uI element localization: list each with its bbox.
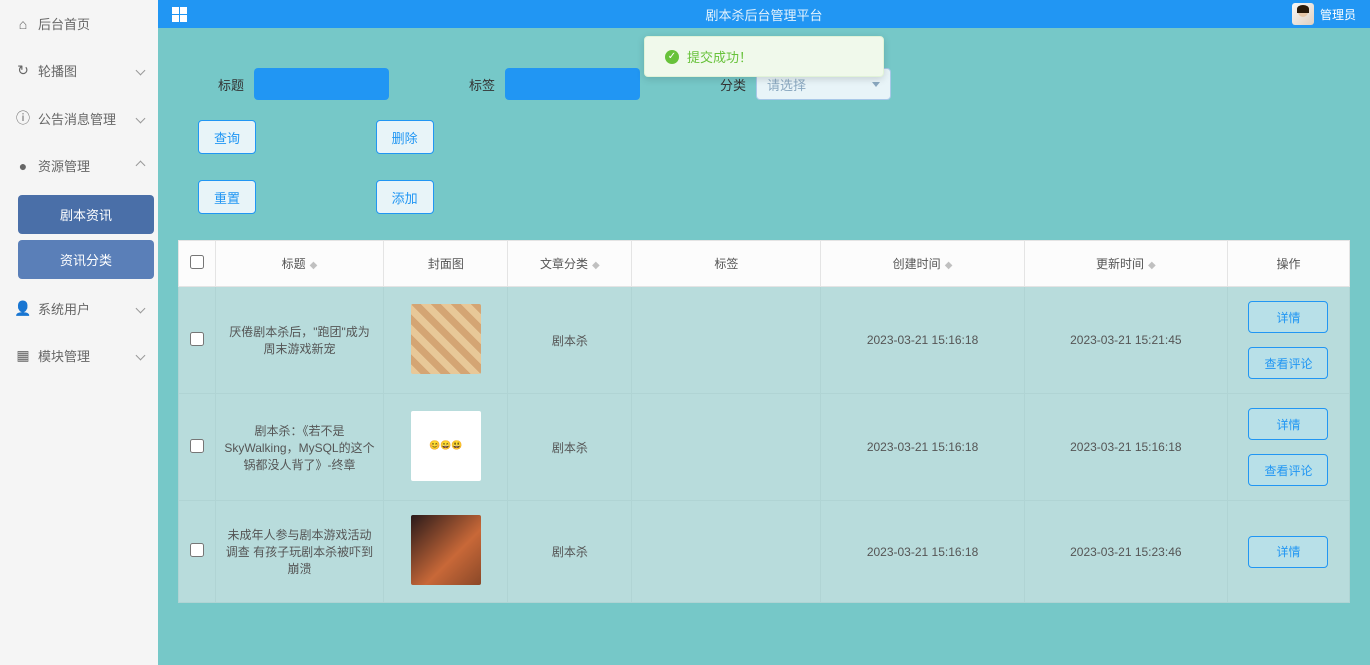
filter-tag-group: 标签 [469, 68, 640, 100]
sidebar-item-users[interactable]: 👤 系统用户 [0, 285, 158, 332]
th-tag: 标签 [632, 241, 821, 287]
sidebar-item-carousel[interactable]: ↻ 轮播图 [0, 47, 158, 94]
main-area: 剧本杀后台管理平台 管理员 ✓ 提交成功！ 标题 标签 [158, 0, 1370, 665]
bulb-icon: ● [16, 158, 30, 174]
cell-create-time: 2023-03-21 15:16:18 [821, 287, 1024, 394]
cell-update-time: 2023-03-21 15:21:45 [1024, 287, 1227, 394]
home-icon: ⌂ [16, 16, 30, 32]
header-title: 剧本杀后台管理平台 [705, 5, 822, 24]
reset-button[interactable]: 重置 [198, 180, 256, 214]
cell-title: 未成年人参与剧本游戏活动调查 有孩子玩剧本杀被吓到崩溃 [215, 501, 384, 603]
success-toast: ✓ 提交成功！ [644, 36, 884, 77]
table-row: 厌倦剧本杀后，"跑团"成为周末游戏新宠 剧本杀 2023-03-21 15:16… [179, 287, 1350, 394]
th-category[interactable]: 文章分类 [508, 241, 632, 287]
th-update-time[interactable]: 更新时间 [1024, 241, 1227, 287]
sidebar-item-label: 模块管理 [38, 346, 90, 365]
cover-thumbnail [411, 515, 481, 585]
table-row: 未成年人参与剧本游戏活动调查 有孩子玩剧本杀被吓到崩溃 剧本杀 2023-03-… [179, 501, 1350, 603]
cell-title: 厌倦剧本杀后，"跑团"成为周末游戏新宠 [215, 287, 384, 394]
sidebar-submenu: 剧本资讯 资讯分类 [0, 189, 158, 285]
user-icon: 👤 [16, 300, 30, 317]
select-all-checkbox[interactable] [190, 255, 204, 269]
filter-tag-label: 标签 [469, 75, 495, 94]
cell-tag [632, 501, 821, 603]
toast-text: 提交成功！ [687, 47, 752, 66]
carousel-icon: ↻ [16, 62, 30, 79]
table-body: 厌倦剧本杀后，"跑团"成为周末游戏新宠 剧本杀 2023-03-21 15:16… [179, 287, 1350, 603]
filter-title-group: 标题 [218, 68, 389, 100]
top-header: 剧本杀后台管理平台 管理员 [158, 0, 1370, 28]
add-button[interactable]: 添加 [376, 180, 434, 214]
row-checkbox[interactable] [190, 439, 204, 453]
cell-create-time: 2023-03-21 15:16:18 [821, 501, 1024, 603]
sidebar-item-label: 后台首页 [38, 14, 90, 33]
content: ✓ 提交成功！ 标题 标签 分类 请选择 [158, 28, 1370, 665]
th-cover: 封面图 [384, 241, 508, 287]
info-icon: ⓘ [16, 108, 30, 128]
table-row: 剧本杀：《若不是SkyWalking，MySQL的这个锅都没人背了》-终章 剧本… [179, 394, 1350, 501]
cover-thumbnail [411, 411, 481, 481]
check-icon: ✓ [665, 50, 679, 64]
cell-category: 剧本杀 [508, 287, 632, 394]
th-title[interactable]: 标题 [215, 241, 384, 287]
cover-thumbnail [411, 304, 481, 374]
sidebar-item-label: 系统用户 [38, 299, 90, 318]
cell-tag [632, 394, 821, 501]
module-icon: ▦ [16, 347, 30, 364]
cell-title: 剧本杀：《若不是SkyWalking，MySQL的这个锅都没人背了》-终章 [215, 394, 384, 501]
filter-title-label: 标题 [218, 75, 244, 94]
avatar [1292, 3, 1314, 25]
th-create-time[interactable]: 创建时间 [821, 241, 1024, 287]
row-checkbox[interactable] [190, 332, 204, 346]
cell-create-time: 2023-03-21 15:16:18 [821, 394, 1024, 501]
action-buttons: 查询 删除 重置 添加 [178, 120, 1350, 214]
detail-button[interactable]: 详情 [1248, 301, 1328, 333]
header-user[interactable]: 管理员 [1292, 3, 1356, 25]
sidebar-item-label: 资源管理 [38, 156, 90, 175]
data-table-wrap: 标题 封面图 文章分类 标签 创建时间 更新时间 操作 厌倦剧本杀后，"跑团" [178, 240, 1350, 603]
select-placeholder: 请选择 [767, 75, 806, 94]
cell-tag [632, 287, 821, 394]
data-table: 标题 封面图 文章分类 标签 创建时间 更新时间 操作 厌倦剧本杀后，"跑团" [178, 240, 1350, 603]
row-checkbox[interactable] [190, 543, 204, 557]
sidebar-item-notice[interactable]: ⓘ 公告消息管理 [0, 94, 158, 142]
cell-category: 剧本杀 [508, 394, 632, 501]
sidebar-sub-script-info[interactable]: 剧本资讯 [18, 195, 154, 234]
sidebar-item-resource[interactable]: ● 资源管理 [0, 142, 158, 189]
sidebar-sub-info-category[interactable]: 资讯分类 [18, 240, 154, 279]
sidebar-item-home[interactable]: ⌂ 后台首页 [0, 0, 158, 47]
th-actions: 操作 [1227, 241, 1349, 287]
cell-update-time: 2023-03-21 15:23:46 [1024, 501, 1227, 603]
detail-button[interactable]: 详情 [1248, 536, 1328, 568]
sidebar-item-modules[interactable]: ▦ 模块管理 [0, 332, 158, 379]
sidebar-item-label: 公告消息管理 [38, 109, 116, 128]
grid-menu-icon[interactable] [172, 7, 187, 22]
sidebar: ⌂ 后台首页 ↻ 轮播图 ⓘ 公告消息管理 ● 资源管理 剧本资讯 资讯分类 👤… [0, 0, 158, 665]
view-comment-button[interactable]: 查看评论 [1248, 454, 1328, 486]
cell-category: 剧本杀 [508, 501, 632, 603]
view-comment-button[interactable]: 查看评论 [1248, 347, 1328, 379]
cell-update-time: 2023-03-21 15:16:18 [1024, 394, 1227, 501]
filter-tag-input[interactable] [505, 68, 640, 100]
query-button[interactable]: 查询 [198, 120, 256, 154]
detail-button[interactable]: 详情 [1248, 408, 1328, 440]
filter-category-label: 分类 [720, 75, 746, 94]
delete-button[interactable]: 删除 [376, 120, 434, 154]
user-label: 管理员 [1320, 6, 1356, 23]
filter-title-input[interactable] [254, 68, 389, 100]
sidebar-item-label: 轮播图 [38, 61, 77, 80]
